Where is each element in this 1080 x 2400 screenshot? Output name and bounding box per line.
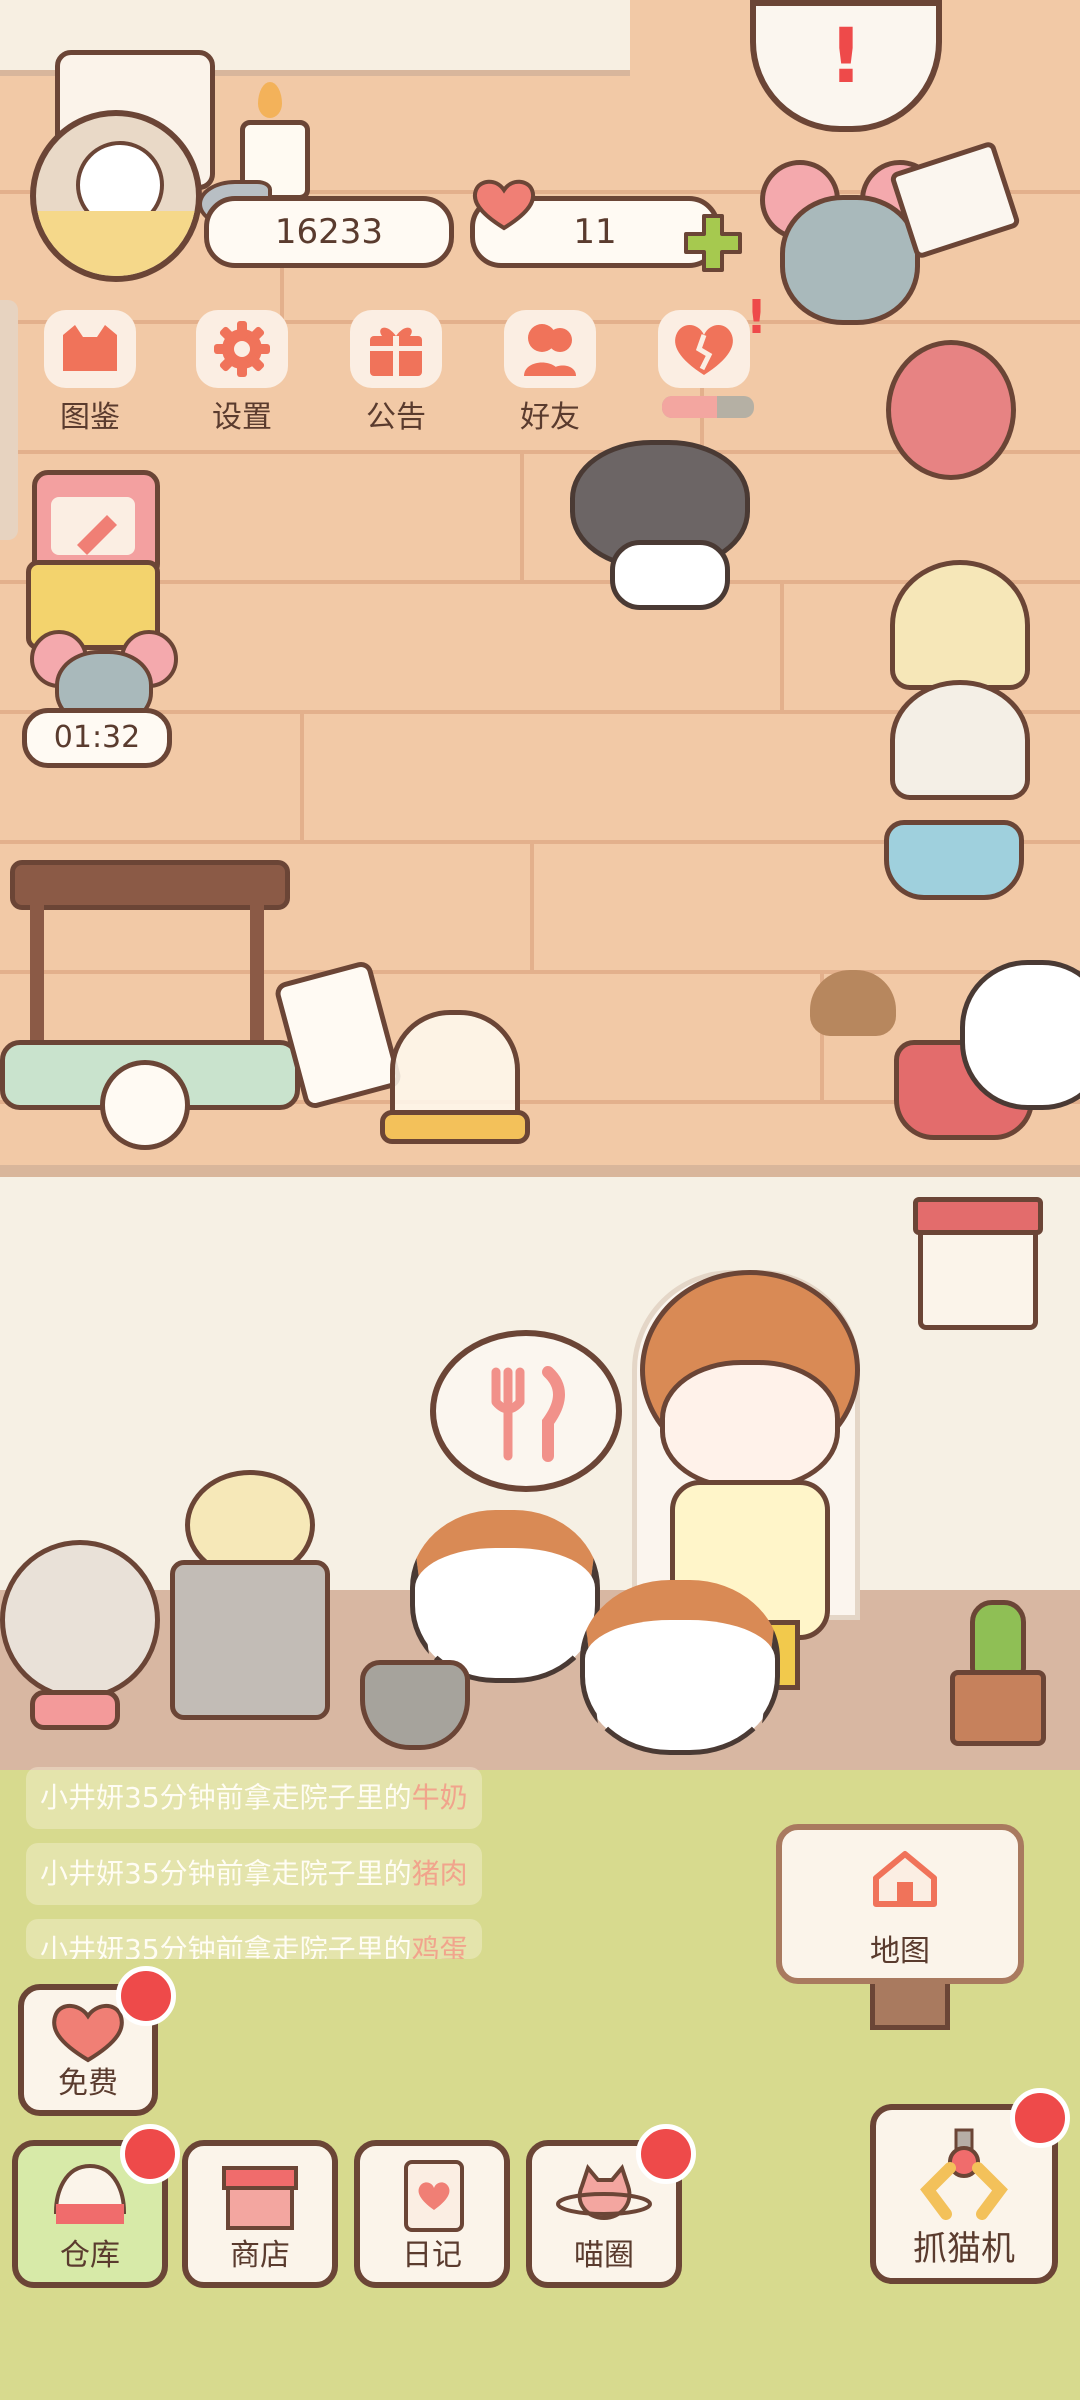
menu-collection-label: 图鉴 — [60, 400, 120, 435]
diary-icon — [404, 2160, 464, 2232]
feed-item-1: 小井妍35分钟前拿走院子里的牛奶 — [26, 1767, 482, 1829]
timer-text: 01:32 — [53, 720, 141, 755]
cat-book-icon — [44, 310, 136, 388]
daruma-doll[interactable] — [886, 340, 1016, 480]
gray-cat[interactable] — [560, 430, 770, 610]
player-avatar[interactable] — [30, 110, 202, 282]
birdhouse-clock[interactable] — [913, 1197, 1043, 1330]
menu-settings-label: 设置 — [212, 400, 272, 435]
shop-icon — [222, 2166, 298, 2230]
fork-knife-icon — [491, 1366, 565, 1462]
free-button-label: 免费 — [58, 2066, 118, 2101]
potted-plant — [350, 1620, 470, 1750]
feed-item-1-text: 35分钟前拿走院子里的 — [124, 1781, 412, 1814]
cat-circle-button-label: 喵圈 — [574, 2238, 634, 2273]
menu-announcement-label: 公告 — [366, 400, 426, 435]
gift-icon — [350, 310, 442, 388]
feed-item-3: 小井妍35分钟前拿走院子里的鸡蛋 — [26, 1919, 482, 1959]
countdown-timer: 01:32 — [22, 708, 172, 768]
map-button-label: 地图 — [870, 1934, 930, 1969]
feed-item-2-item: 猪肉 — [411, 1857, 468, 1890]
fish-coin-value: 16233 — [274, 212, 384, 252]
map-button[interactable]: 地图 — [776, 1824, 1024, 1984]
feed-item-2-name: 小井妍 — [40, 1857, 125, 1890]
electric-fan[interactable] — [0, 1540, 160, 1730]
exclamation-icon: ! — [746, 290, 767, 344]
feed-item-1-item: 牛奶 — [411, 1781, 468, 1814]
warehouse-button-label: 仓库 — [60, 2238, 120, 2273]
food-speech-bubble — [430, 1330, 622, 1492]
shop-button-label: 商店 — [230, 2238, 290, 2273]
broken-heart-icon — [658, 310, 750, 388]
onigiri-basket-2 — [890, 680, 1030, 800]
feed-item-2: 小井妍35分钟前拿走院子里的猪肉 — [26, 1843, 482, 1905]
shop-button[interactable]: 商店 — [182, 2140, 338, 2288]
menu-friends[interactable]: 好友 — [490, 310, 610, 435]
cake-dome[interactable] — [380, 1000, 530, 1150]
dessert-cart[interactable] — [0, 830, 300, 1150]
feed-item-3-name: 小井妍 — [40, 1933, 125, 1959]
heart-icon — [468, 176, 540, 232]
calico-cat[interactable] — [960, 960, 1080, 1110]
gear-icon — [196, 310, 288, 388]
blue-food-bowl[interactable] — [884, 820, 1024, 900]
side-tab-handle[interactable] — [0, 300, 18, 540]
claw-machine-notification-dot — [1010, 2088, 1070, 2148]
kettle-on-stove[interactable] — [170, 1450, 330, 1720]
heart-value: 11 — [573, 212, 617, 252]
menu-collection[interactable]: 图鉴 — [30, 310, 150, 435]
cactus-pot — [950, 1600, 1046, 1746]
diary-button-label: 日记 — [402, 2238, 462, 2273]
friends-icon — [504, 310, 596, 388]
claw-icon — [920, 2128, 1008, 2220]
house-icon — [873, 1851, 937, 1907]
feed-item-3-text: 35分钟前拿走院子里的 — [124, 1933, 412, 1959]
alert-mark: ! — [828, 11, 864, 100]
candle-flame-icon — [258, 82, 282, 118]
onigiri-basket-1 — [890, 560, 1030, 690]
menu-hearts-event[interactable]: ! — [644, 290, 767, 430]
fish-coin-counter: 16233 — [204, 196, 454, 268]
menu-settings[interactable]: 设置 — [182, 310, 302, 435]
smiling-heart-icon — [52, 2004, 124, 2063]
floor-divider — [0, 1165, 1080, 1177]
claw-machine-button-label: 抓猫机 — [913, 2229, 1015, 2269]
feed-item-2-text: 35分钟前拿走院子里的 — [124, 1857, 412, 1890]
orange-cat-2[interactable] — [580, 1580, 780, 1760]
add-hearts-button[interactable] — [680, 210, 746, 276]
menu-hearts-progress — [662, 396, 754, 418]
menu-announcement[interactable]: 公告 — [336, 310, 456, 435]
diary-button[interactable]: 日记 — [354, 2140, 510, 2288]
warehouse-notification-dot — [120, 2124, 180, 2184]
cat-circle-notification-dot — [636, 2124, 696, 2184]
rice-ball-icon — [53, 2163, 127, 2224]
mouse-thief-icon[interactable] — [30, 630, 178, 728]
feed-item-1-name: 小井妍 — [40, 1781, 125, 1814]
feed-item-3-item: 鸡蛋 — [411, 1933, 468, 1959]
free-notification-dot — [116, 1966, 176, 2026]
cat-poop[interactable] — [810, 970, 896, 1036]
cat-planet-icon — [556, 2163, 652, 2221]
